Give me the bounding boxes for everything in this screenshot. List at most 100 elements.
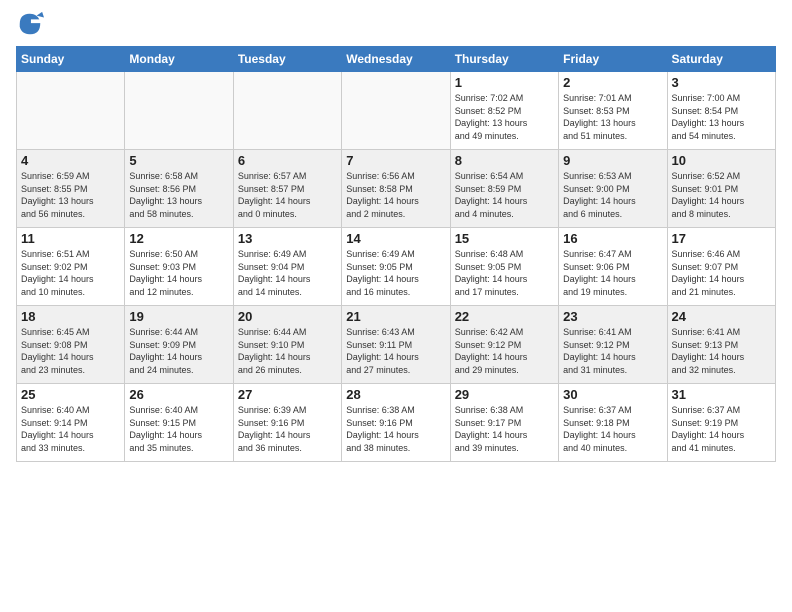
day-number: 20: [238, 309, 337, 324]
day-info: Sunrise: 6:37 AM Sunset: 9:18 PM Dayligh…: [563, 404, 662, 454]
day-info: Sunrise: 6:50 AM Sunset: 9:03 PM Dayligh…: [129, 248, 228, 298]
day-number: 15: [455, 231, 554, 246]
calendar-cell: 29 Sunrise: 6:38 AM Sunset: 9:17 PM Dayli…: [450, 384, 558, 462]
day-number: 31: [672, 387, 771, 402]
calendar-week-row: 4 Sunrise: 6:59 AM Sunset: 8:55 PM Daylig…: [17, 150, 776, 228]
day-info: Sunrise: 6:44 AM Sunset: 9:09 PM Dayligh…: [129, 326, 228, 376]
calendar-cell: 11 Sunrise: 6:51 AM Sunset: 9:02 PM Dayli…: [17, 228, 125, 306]
day-number: 10: [672, 153, 771, 168]
day-info: Sunrise: 6:44 AM Sunset: 9:10 PM Dayligh…: [238, 326, 337, 376]
day-number: 3: [672, 75, 771, 90]
day-number: 28: [346, 387, 445, 402]
day-number: 1: [455, 75, 554, 90]
day-info: Sunrise: 6:52 AM Sunset: 9:01 PM Dayligh…: [672, 170, 771, 220]
day-info: Sunrise: 6:43 AM Sunset: 9:11 PM Dayligh…: [346, 326, 445, 376]
logo: [16, 10, 48, 38]
day-number: 26: [129, 387, 228, 402]
page-container: Sunday Monday Tuesday Wednesday Thursday…: [0, 0, 792, 472]
calendar-cell: 9 Sunrise: 6:53 AM Sunset: 9:00 PM Daylig…: [559, 150, 667, 228]
day-info: Sunrise: 6:38 AM Sunset: 9:17 PM Dayligh…: [455, 404, 554, 454]
calendar-cell: 3 Sunrise: 7:00 AM Sunset: 8:54 PM Daylig…: [667, 72, 775, 150]
calendar-cell: 25 Sunrise: 6:40 AM Sunset: 9:14 PM Dayli…: [17, 384, 125, 462]
calendar-cell: 10 Sunrise: 6:52 AM Sunset: 9:01 PM Dayli…: [667, 150, 775, 228]
day-number: 12: [129, 231, 228, 246]
day-info: Sunrise: 7:01 AM Sunset: 8:53 PM Dayligh…: [563, 92, 662, 142]
calendar-week-row: 1 Sunrise: 7:02 AM Sunset: 8:52 PM Daylig…: [17, 72, 776, 150]
day-info: Sunrise: 6:41 AM Sunset: 9:12 PM Dayligh…: [563, 326, 662, 376]
calendar-cell: 20 Sunrise: 6:44 AM Sunset: 9:10 PM Dayli…: [233, 306, 341, 384]
calendar-cell: 23 Sunrise: 6:41 AM Sunset: 9:12 PM Dayli…: [559, 306, 667, 384]
day-info: Sunrise: 6:53 AM Sunset: 9:00 PM Dayligh…: [563, 170, 662, 220]
calendar-week-row: 11 Sunrise: 6:51 AM Sunset: 9:02 PM Dayli…: [17, 228, 776, 306]
day-info: Sunrise: 6:49 AM Sunset: 9:05 PM Dayligh…: [346, 248, 445, 298]
day-number: 25: [21, 387, 120, 402]
day-info: Sunrise: 6:49 AM Sunset: 9:04 PM Dayligh…: [238, 248, 337, 298]
day-number: 2: [563, 75, 662, 90]
calendar-cell: 1 Sunrise: 7:02 AM Sunset: 8:52 PM Daylig…: [450, 72, 558, 150]
day-number: 16: [563, 231, 662, 246]
calendar-cell: 5 Sunrise: 6:58 AM Sunset: 8:56 PM Daylig…: [125, 150, 233, 228]
day-number: 24: [672, 309, 771, 324]
calendar-cell: 31 Sunrise: 6:37 AM Sunset: 9:19 PM Dayli…: [667, 384, 775, 462]
day-number: 5: [129, 153, 228, 168]
calendar-cell: 6Sunrise: 6:57 AM Sunset: 8:57 PM Daylig…: [233, 150, 341, 228]
calendar-cell: 13 Sunrise: 6:49 AM Sunset: 9:04 PM Dayli…: [233, 228, 341, 306]
col-saturday: Saturday: [667, 47, 775, 72]
day-number: 19: [129, 309, 228, 324]
calendar-cell: 2 Sunrise: 7:01 AM Sunset: 8:53 PM Daylig…: [559, 72, 667, 150]
calendar-week-row: 18Sunrise: 6:45 AM Sunset: 9:08 PM Dayli…: [17, 306, 776, 384]
calendar-cell: 17 Sunrise: 6:46 AM Sunset: 9:07 PM Dayli…: [667, 228, 775, 306]
day-info: Sunrise: 7:00 AM Sunset: 8:54 PM Dayligh…: [672, 92, 771, 142]
calendar-cell: 8 Sunrise: 6:54 AM Sunset: 8:59 PM Daylig…: [450, 150, 558, 228]
day-number: 9: [563, 153, 662, 168]
day-info: Sunrise: 6:57 AM Sunset: 8:57 PM Dayligh…: [238, 170, 337, 220]
calendar-cell: 16Sunrise: 6:47 AM Sunset: 9:06 PM Dayli…: [559, 228, 667, 306]
day-number: 11: [21, 231, 120, 246]
header: [16, 10, 776, 38]
calendar-cell: [342, 72, 450, 150]
calendar-header-row: Sunday Monday Tuesday Wednesday Thursday…: [17, 47, 776, 72]
calendar-cell: 22 Sunrise: 6:42 AM Sunset: 9:12 PM Dayli…: [450, 306, 558, 384]
col-tuesday: Tuesday: [233, 47, 341, 72]
day-info: Sunrise: 6:48 AM Sunset: 9:05 PM Dayligh…: [455, 248, 554, 298]
day-info: Sunrise: 6:41 AM Sunset: 9:13 PM Dayligh…: [672, 326, 771, 376]
calendar-cell: [125, 72, 233, 150]
day-info: Sunrise: 6:42 AM Sunset: 9:12 PM Dayligh…: [455, 326, 554, 376]
day-number: 13: [238, 231, 337, 246]
day-info: Sunrise: 6:58 AM Sunset: 8:56 PM Dayligh…: [129, 170, 228, 220]
col-monday: Monday: [125, 47, 233, 72]
day-info: Sunrise: 6:37 AM Sunset: 9:19 PM Dayligh…: [672, 404, 771, 454]
calendar-cell: 26Sunrise: 6:40 AM Sunset: 9:15 PM Dayli…: [125, 384, 233, 462]
day-info: Sunrise: 6:56 AM Sunset: 8:58 PM Dayligh…: [346, 170, 445, 220]
calendar-cell: 12 Sunrise: 6:50 AM Sunset: 9:03 PM Dayli…: [125, 228, 233, 306]
day-info: Sunrise: 6:46 AM Sunset: 9:07 PM Dayligh…: [672, 248, 771, 298]
day-number: 22: [455, 309, 554, 324]
day-number: 21: [346, 309, 445, 324]
day-info: Sunrise: 6:54 AM Sunset: 8:59 PM Dayligh…: [455, 170, 554, 220]
day-number: 4: [21, 153, 120, 168]
col-friday: Friday: [559, 47, 667, 72]
day-number: 7: [346, 153, 445, 168]
calendar-cell: 15 Sunrise: 6:48 AM Sunset: 9:05 PM Dayli…: [450, 228, 558, 306]
day-number: 23: [563, 309, 662, 324]
calendar-table: Sunday Monday Tuesday Wednesday Thursday…: [16, 46, 776, 462]
day-number: 18: [21, 309, 120, 324]
day-number: 17: [672, 231, 771, 246]
calendar-cell: 21 Sunrise: 6:43 AM Sunset: 9:11 PM Dayli…: [342, 306, 450, 384]
day-info: Sunrise: 6:40 AM Sunset: 9:14 PM Dayligh…: [21, 404, 120, 454]
calendar-week-row: 25 Sunrise: 6:40 AM Sunset: 9:14 PM Dayli…: [17, 384, 776, 462]
calendar-cell: [17, 72, 125, 150]
day-info: Sunrise: 6:51 AM Sunset: 9:02 PM Dayligh…: [21, 248, 120, 298]
day-info: Sunrise: 6:38 AM Sunset: 9:16 PM Dayligh…: [346, 404, 445, 454]
day-number: 8: [455, 153, 554, 168]
col-thursday: Thursday: [450, 47, 558, 72]
calendar-cell: 19 Sunrise: 6:44 AM Sunset: 9:09 PM Dayli…: [125, 306, 233, 384]
calendar-cell: 18Sunrise: 6:45 AM Sunset: 9:08 PM Dayli…: [17, 306, 125, 384]
calendar-cell: 14Sunrise: 6:49 AM Sunset: 9:05 PM Dayli…: [342, 228, 450, 306]
calendar-cell: 4 Sunrise: 6:59 AM Sunset: 8:55 PM Daylig…: [17, 150, 125, 228]
col-wednesday: Wednesday: [342, 47, 450, 72]
calendar-cell: 30Sunrise: 6:37 AM Sunset: 9:18 PM Dayli…: [559, 384, 667, 462]
day-info: Sunrise: 6:59 AM Sunset: 8:55 PM Dayligh…: [21, 170, 120, 220]
day-info: Sunrise: 7:02 AM Sunset: 8:52 PM Dayligh…: [455, 92, 554, 142]
day-number: 29: [455, 387, 554, 402]
